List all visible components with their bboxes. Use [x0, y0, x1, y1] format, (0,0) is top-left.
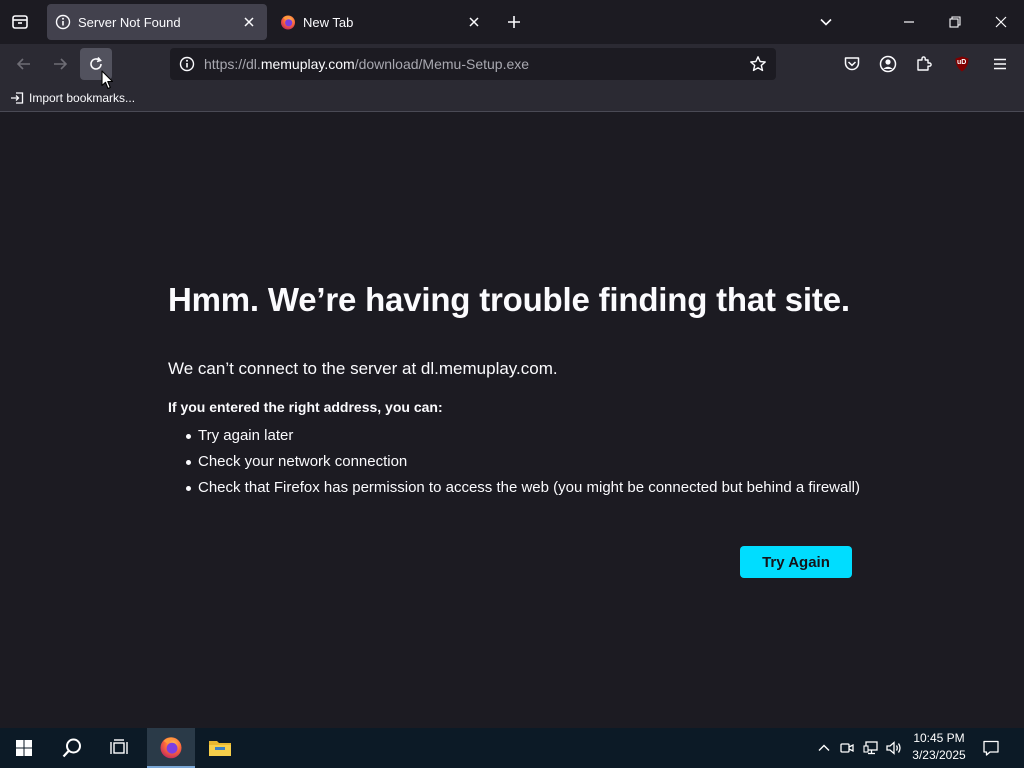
error-title: Hmm. We’re having trouble finding that s…	[168, 281, 850, 318]
restore-button[interactable]	[932, 0, 978, 44]
search-button[interactable]	[48, 728, 96, 768]
close-icon	[244, 17, 254, 27]
clock-date: 3/23/2025	[912, 748, 966, 762]
ublock-origin-button[interactable]: uD	[948, 50, 976, 78]
hamburger-menu-icon	[994, 58, 1006, 70]
import-icon	[11, 92, 24, 104]
list-all-tabs-button[interactable]	[803, 0, 849, 44]
minimize-button[interactable]	[886, 0, 932, 44]
puzzle-piece-icon	[917, 56, 932, 71]
taskbar-clock[interactable]: 10:45 PM 3/23/2025	[906, 731, 972, 762]
account-icon	[879, 55, 897, 73]
windows-logo-icon	[16, 740, 32, 756]
chevron-down-icon	[820, 18, 832, 26]
forward-button[interactable]	[44, 48, 76, 80]
search-icon	[62, 738, 81, 758]
suggestion-item: Check that Firefox has permission to acc…	[168, 479, 868, 496]
tray-volume[interactable]	[884, 738, 904, 758]
taskbar-file-explorer[interactable]	[196, 728, 244, 768]
start-button[interactable]	[0, 728, 48, 768]
site-info-button[interactable]	[172, 48, 202, 80]
suggestion-item: Check your network connection	[168, 453, 868, 470]
app-menu-button[interactable]	[986, 50, 1014, 78]
task-view-button[interactable]	[96, 728, 144, 768]
pocket-icon	[844, 57, 860, 71]
tab-new-tab[interactable]: New Tab	[272, 4, 492, 40]
tab-strip: Server Not Found New Tab	[0, 0, 1024, 44]
new-tab-button[interactable]	[502, 10, 526, 34]
address-bar[interactable]: https://dl.memuplay.com/download/Memu-Se…	[170, 48, 776, 80]
show-hidden-icons-button[interactable]	[814, 738, 834, 758]
star-icon	[750, 56, 766, 72]
import-bookmarks-label: Import bookmarks...	[29, 91, 136, 105]
bookmark-star-button[interactable]	[746, 52, 770, 76]
info-icon	[55, 14, 71, 30]
tray-network[interactable]	[861, 738, 881, 758]
chevron-up-icon	[818, 744, 830, 751]
navigation-toolbar: https://dl.memuplay.com/download/Memu-Se…	[0, 44, 1024, 84]
account-button[interactable]	[874, 50, 902, 78]
url-prefix: https://dl.	[204, 56, 261, 72]
back-button[interactable]	[8, 48, 40, 80]
task-view-icon	[110, 739, 128, 754]
speaker-icon	[886, 741, 901, 755]
arrow-right-icon	[54, 58, 68, 70]
tab-server-not-found[interactable]: Server Not Found	[47, 4, 267, 40]
pocket-button[interactable]	[838, 50, 866, 78]
firefox-icon	[160, 737, 182, 759]
error-description: We can’t connect to the server at dl.mem…	[168, 359, 558, 378]
windows-taskbar: 10:45 PM 3/23/2025	[0, 728, 1024, 768]
close-tab-button[interactable]	[239, 12, 259, 32]
close-icon	[469, 17, 479, 27]
info-icon	[179, 56, 195, 72]
close-tab-button[interactable]	[464, 12, 484, 32]
ublock-badge: uD	[957, 59, 967, 66]
tab-title: New Tab	[303, 14, 354, 30]
url-host: memuplay.com	[260, 56, 355, 72]
action-center-button[interactable]	[981, 738, 1001, 758]
import-bookmarks-button[interactable]: Import bookmarks...	[10, 88, 135, 108]
firefox-view-button[interactable]	[6, 8, 34, 36]
page-content: Hmm. We’re having trouble finding that s…	[0, 113, 1024, 728]
restore-icon	[949, 16, 961, 28]
url-text[interactable]: https://dl.memuplay.com/download/Memu-Se…	[204, 56, 529, 72]
tray-meet-now[interactable]	[837, 738, 857, 758]
mouse-cursor-icon	[101, 70, 114, 90]
try-again-button[interactable]: Try Again	[740, 546, 852, 578]
error-container: Hmm. We’re having trouble finding that s…	[168, 281, 868, 505]
plus-icon	[508, 16, 520, 28]
tab-title: Server Not Found	[78, 14, 181, 30]
error-subtitle: If you entered the right address, you ca…	[168, 399, 443, 415]
extensions-button[interactable]	[910, 50, 938, 78]
close-icon	[995, 16, 1007, 28]
notification-icon	[983, 740, 999, 756]
arrow-left-icon	[16, 58, 30, 70]
minimize-icon	[904, 21, 914, 23]
firefox-icon	[280, 14, 296, 30]
suggestion-item: Try again later	[168, 427, 868, 444]
clock-time: 10:45 PM	[913, 731, 965, 745]
bookmarks-toolbar: Import bookmarks...	[0, 84, 1024, 112]
folder-icon	[209, 741, 231, 756]
suggestion-list: Try again later Check your network conne…	[168, 427, 868, 496]
taskbar-firefox[interactable]	[147, 728, 195, 768]
url-path: /download/Memu-Setup.exe	[354, 56, 530, 72]
close-window-button[interactable]	[978, 0, 1024, 44]
camera-icon	[840, 743, 854, 753]
network-icon	[863, 741, 878, 755]
firefox-view-icon	[12, 15, 28, 29]
